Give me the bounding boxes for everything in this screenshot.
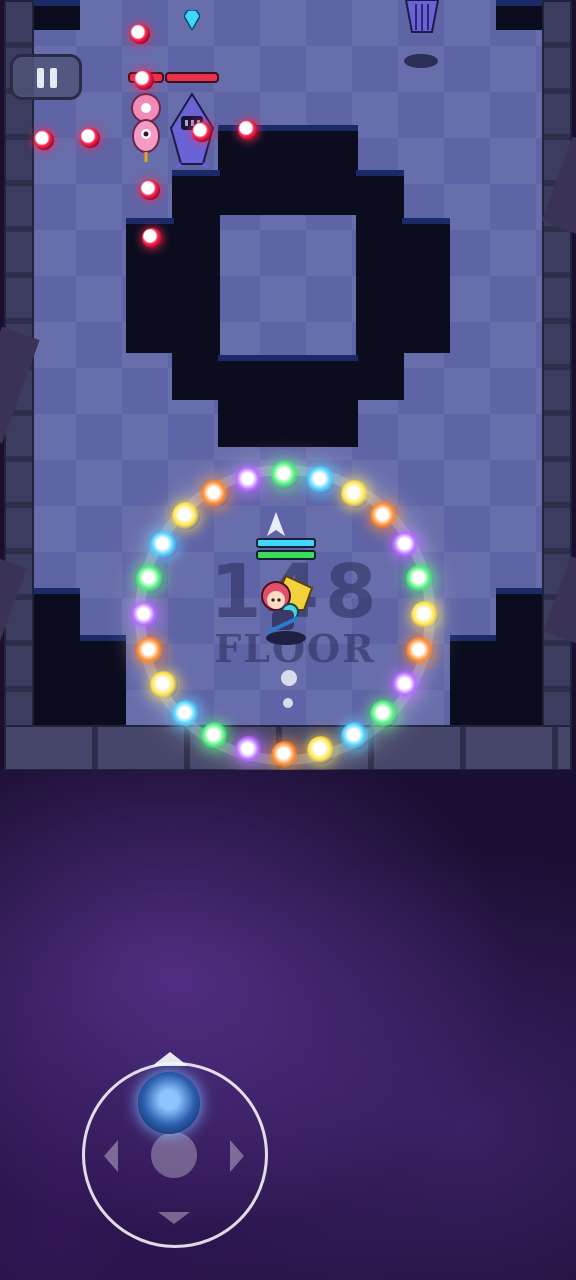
arrow-down-icon (158, 1212, 190, 1224)
pit-obstacle (172, 170, 220, 400)
pit-obstacle (80, 635, 126, 730)
pit-obstacle (34, 588, 80, 728)
elemental-orb (135, 637, 164, 666)
elemental-orb (271, 461, 299, 489)
pink-creature-enemy (131, 93, 161, 162)
elemental-orb (271, 741, 299, 769)
pit-obstacle (402, 218, 450, 353)
space-background (0, 770, 576, 1280)
elemental-orb (149, 531, 178, 559)
pit-obstacle (356, 170, 404, 400)
elemental-orb (234, 736, 263, 765)
player-hero (261, 574, 314, 645)
pit-obstacle (218, 355, 358, 447)
game-stage[interactable]: 148 FLOOR (0, 0, 576, 1280)
enemy-bullet (34, 130, 54, 150)
pause-icon (37, 68, 44, 88)
joystick-center (151, 1132, 197, 1178)
elemental-orb (172, 699, 200, 728)
joystick-knob[interactable] (138, 1072, 200, 1134)
player-shield-bar (256, 538, 316, 548)
elemental-orb (369, 502, 398, 530)
elemental-orb (149, 671, 178, 699)
pit-obstacle (218, 125, 358, 215)
elemental-orb (307, 465, 336, 494)
enemy-bullet (142, 228, 162, 248)
player-health-bar (256, 550, 316, 560)
elemental-orb (131, 601, 159, 629)
elemental-orb (411, 601, 439, 629)
enemy-bullet (238, 120, 258, 140)
right-wall (542, 0, 572, 770)
enemy-health-bar (165, 72, 219, 83)
player-shot (281, 670, 297, 686)
elemental-orb (234, 465, 263, 494)
enemy-bullet (140, 180, 160, 200)
elemental-orb (135, 564, 164, 593)
enemy-bullet (80, 128, 100, 148)
enemy-bullet (130, 24, 150, 44)
elemental-orb (341, 479, 369, 508)
pit-obstacle (450, 635, 496, 730)
elemental-orb (369, 699, 398, 728)
elemental-orb (201, 479, 229, 508)
enemy-shadow (404, 54, 438, 68)
pause-button[interactable] (10, 54, 82, 100)
arrow-up-icon (152, 1052, 188, 1066)
elemental-orb (172, 502, 200, 530)
hooded-mage-enemy (404, 0, 440, 33)
pit-obstacle (496, 588, 542, 728)
pause-icon (50, 68, 57, 88)
gem-pickup-icon[interactable] (184, 10, 200, 30)
enemy-bullet (192, 122, 212, 142)
elemental-orb (406, 564, 435, 593)
aim-arrow-icon (267, 512, 285, 536)
arrow-left-icon (104, 1140, 118, 1172)
pit-obstacle (34, 0, 80, 30)
player-shot (283, 698, 293, 708)
enemy-bullet (134, 70, 154, 90)
pit-obstacle (496, 0, 542, 30)
arrow-right-icon (230, 1140, 244, 1172)
